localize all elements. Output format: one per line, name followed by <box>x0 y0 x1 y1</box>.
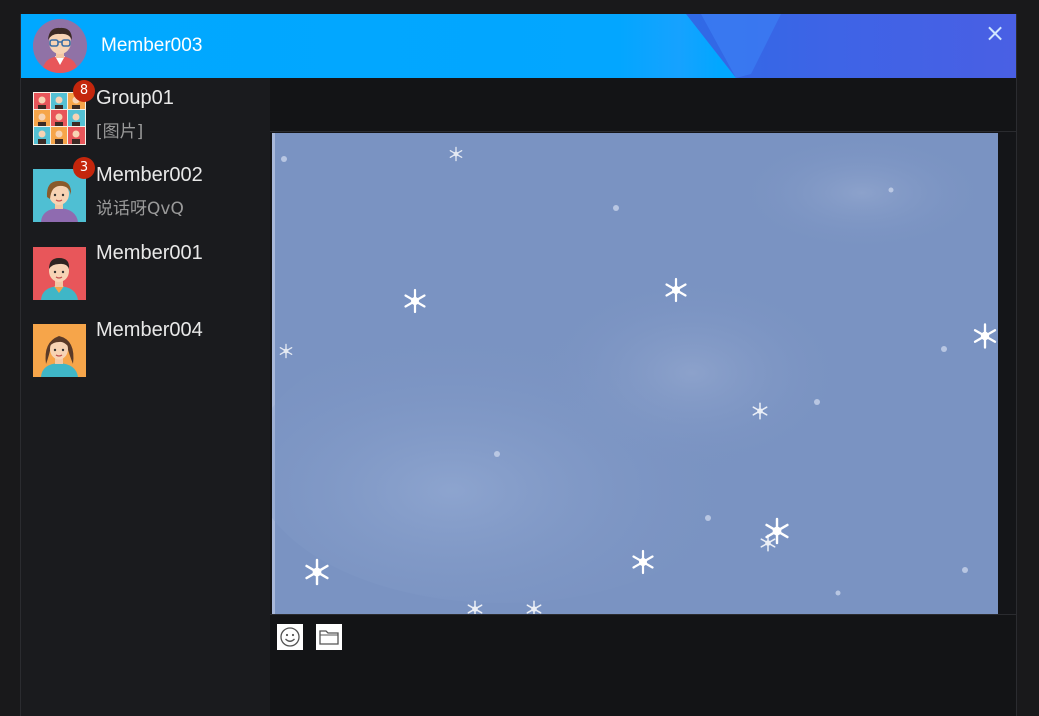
chat-window: Member003 × 8 Group01 [图片] 3 Member002 说… <box>20 14 1017 716</box>
last-message-preview: 说话呀QvQ <box>96 199 184 219</box>
female-avatar <box>33 324 86 377</box>
contact-name: Member004 <box>96 319 203 341</box>
close-button[interactable]: × <box>984 21 1006 45</box>
contact-item-member004[interactable]: Member004 <box>21 310 270 380</box>
contact-name: Group01 <box>96 87 174 109</box>
contact-list: 8 Group01 [图片] 3 Member002 说话呀QvQ Member… <box>21 78 270 716</box>
current-user-avatar[interactable] <box>33 19 87 73</box>
folder-icon[interactable] <box>316 624 342 650</box>
contact-name: Member002 <box>96 164 203 186</box>
title-bar: Member003 × <box>21 14 1016 78</box>
snow-image-message[interactable] <box>272 133 998 614</box>
message-toolbar <box>270 616 1016 656</box>
current-chat-title: Member003 <box>101 35 203 56</box>
chat-header <box>270 78 1016 131</box>
unread-badge: 8 <box>73 80 95 102</box>
smiley-icon[interactable] <box>277 624 303 650</box>
last-message-preview: [图片] <box>96 122 144 142</box>
contact-item-member001[interactable]: Member001 <box>21 233 270 303</box>
contact-item-group01[interactable]: 8 Group01 [图片] <box>21 78 270 148</box>
male-avatar <box>33 247 86 300</box>
message-area[interactable] <box>270 131 1016 615</box>
message-input-area[interactable] <box>270 656 1016 716</box>
unread-badge: 3 <box>73 157 95 179</box>
contact-name: Member001 <box>96 242 203 264</box>
contact-item-member002[interactable]: 3 Member002 说话呀QvQ <box>21 155 270 225</box>
